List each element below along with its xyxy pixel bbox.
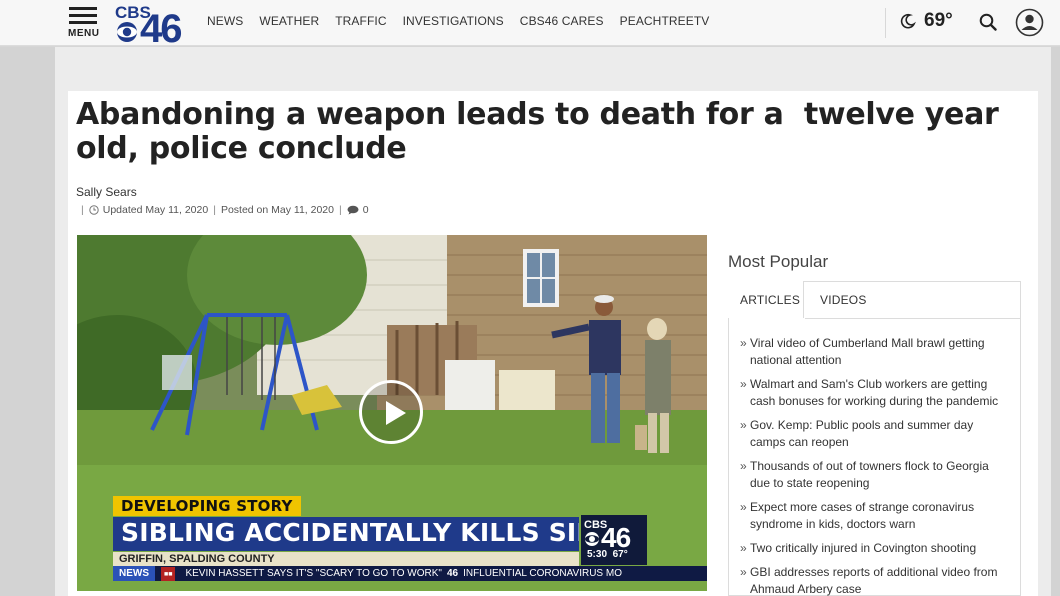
- list-item[interactable]: Thousands of out of towners flock to Geo…: [740, 458, 1002, 492]
- cbs46-logo[interactable]: CBS 46: [114, 1, 186, 45]
- video-lower-third-headline: SIBLING ACCIDENTALLY KILLS SIBLING: [113, 517, 579, 551]
- nav-weather[interactable]: WEATHER: [259, 14, 319, 28]
- video-location: GRIFFIN, SPALDING COUNTY: [113, 552, 579, 566]
- meta-separator: |: [213, 204, 216, 216]
- search-icon[interactable]: [979, 13, 997, 31]
- svg-text:46: 46: [140, 7, 181, 45]
- current-temperature: 69°: [924, 10, 953, 31]
- play-button[interactable]: [359, 380, 423, 444]
- list-item[interactable]: Two critically injured in Covington shoo…: [740, 540, 1002, 557]
- moon-icon: [900, 13, 916, 29]
- posted-date: Posted on May 11, 2020: [220, 204, 334, 216]
- list-item[interactable]: Expect more cases of strange coronavirus…: [740, 499, 1002, 533]
- clock-icon: [89, 205, 99, 215]
- nav-investigations[interactable]: INVESTIGATIONS: [403, 14, 504, 28]
- meta-separator: |: [81, 204, 84, 216]
- comments-icon[interactable]: [347, 205, 359, 215]
- ticker-text-1: KEVIN HASSETT SAYS IT'S "SCARY TO GO TO …: [185, 568, 442, 579]
- most-popular-heading: Most Popular: [728, 252, 829, 271]
- weather-widget[interactable]: 69°: [900, 10, 953, 32]
- meta-separator: |: [339, 204, 342, 216]
- svg-text:46: 46: [601, 522, 631, 549]
- main-nav: NEWS WEATHER TRAFFIC INVESTIGATIONS CBS4…: [207, 14, 725, 28]
- article-meta: | Updated May 11, 2020 | Posted on May 1…: [76, 204, 369, 216]
- video-time-temp: 5:30 67°: [587, 549, 628, 560]
- station-logo-bug: CBS 46 5:30 67°: [581, 515, 647, 565]
- list-item[interactable]: Viral video of Cumberland Mall brawl get…: [740, 335, 1002, 369]
- ticker-label: NEWS: [113, 566, 155, 581]
- article-author[interactable]: Sally Sears: [76, 185, 137, 199]
- nav-traffic[interactable]: TRAFFIC: [335, 14, 386, 28]
- menu-button[interactable]: MENU: [66, 7, 100, 41]
- nav-peachtreetv[interactable]: PEACHTREETV: [620, 14, 710, 28]
- page-gutter-right: [1051, 47, 1060, 596]
- tab-articles[interactable]: ARTICLES: [728, 281, 804, 318]
- most-popular-list: Viral video of Cumberland Mall brawl get…: [740, 335, 1002, 596]
- article-headline: Abandoning a weapon leads to death for a…: [76, 97, 1009, 166]
- nav-divider: [885, 8, 886, 38]
- video-time: 5:30: [587, 549, 608, 560]
- list-item[interactable]: Gov. Kemp: Public pools and summer day c…: [740, 417, 1002, 451]
- tab-videos[interactable]: VIDEOS: [808, 281, 888, 318]
- developing-story-tag: DEVELOPING STORY: [113, 496, 301, 516]
- menu-label: MENU: [68, 28, 100, 39]
- list-item[interactable]: GBI addresses reports of additional vide…: [740, 564, 1002, 596]
- news-ticker: NEWS ■■ KEVIN HASSETT SAYS IT'S "SCARY TO …: [113, 566, 707, 581]
- most-popular-tabs: ARTICLES VIDEOS: [728, 281, 1021, 318]
- nav-news[interactable]: NEWS: [207, 14, 243, 28]
- list-item[interactable]: Walmart and Sam's Club workers are getti…: [740, 376, 1002, 410]
- comment-count[interactable]: 0: [363, 204, 369, 216]
- updated-date: Updated May 11, 2020: [102, 204, 209, 216]
- ticker-separator: 46: [446, 568, 459, 579]
- hamburger-icon: [66, 7, 100, 24]
- tabs-divider: [805, 318, 1021, 319]
- video-temp: 67°: [612, 549, 628, 560]
- user-icon[interactable]: [1015, 8, 1044, 37]
- cbs46-bug-icon: CBS 46: [584, 519, 632, 549]
- ticker-mini-badge-icon: ■■: [161, 567, 176, 581]
- video-player[interactable]: DEVELOPING STORY SIBLING ACCIDENTALLY KI…: [77, 235, 707, 591]
- top-navigation-bar: MENU CBS 46 NEWS WEATHER TRAFFIC INVESTI…: [0, 0, 1060, 46]
- ticker-text-2: INFLUENTIAL CORONAVIRUS MO: [463, 568, 622, 579]
- nav-cbs46-cares[interactable]: CBS46 CARES: [520, 14, 604, 28]
- page-gutter-left: [0, 47, 55, 596]
- play-icon: [386, 401, 406, 425]
